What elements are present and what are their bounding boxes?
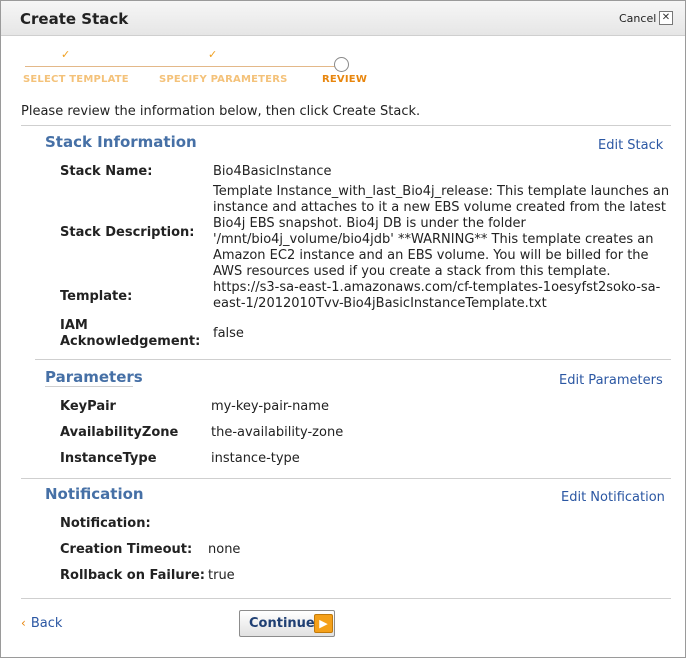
instance-type-label: InstanceType: [60, 451, 157, 466]
intro-text: Please review the information below, the…: [21, 104, 421, 119]
creation-timeout-label: Creation Timeout:: [60, 542, 193, 557]
edit-notification-link[interactable]: Edit Notification: [561, 490, 665, 505]
notification-heading: Notification: [45, 485, 144, 503]
stack-description-label: Stack Description:: [60, 225, 195, 240]
dialog-title: Create Stack: [20, 10, 129, 28]
template-label: Template:: [60, 289, 133, 304]
step-3-current-icon: [334, 57, 349, 72]
step-1-check-icon: ✓: [61, 48, 71, 61]
template-value: https://s3-sa-east-1.amazonaws.com/cf-te…: [213, 280, 661, 311]
stack-description-block: Template Instance_with_last_Bio4j_releas…: [213, 184, 675, 312]
create-stack-dialog: Create Stack Cancel ✕ ✓ ✓ SELECT TEMPLAT…: [0, 0, 686, 658]
cancel-link[interactable]: Cancel: [619, 12, 656, 25]
availability-zone-label: AvailabilityZone: [60, 425, 179, 440]
back-link[interactable]: ‹ Back: [21, 616, 62, 631]
parameters-heading: Parameters: [45, 368, 143, 386]
parameters-heading-underline: [45, 386, 133, 387]
creation-timeout-value: none: [208, 542, 241, 557]
chevron-left-icon: ‹: [21, 616, 26, 630]
arrow-right-icon: ▶: [314, 614, 333, 633]
wizard-progress: ✓ ✓ SELECT TEMPLATE SPECIFY PARAMETERS R…: [1, 36, 685, 98]
progress-line: [25, 66, 335, 67]
step-2-check-icon: ✓: [208, 48, 218, 61]
back-label: Back: [30, 616, 63, 631]
continue-label: Continue: [249, 616, 315, 631]
instance-type-value: instance-type: [211, 451, 300, 466]
divider: [21, 478, 671, 479]
step-label-select-template: SELECT TEMPLATE: [23, 74, 129, 85]
keypair-label: KeyPair: [60, 399, 116, 414]
iam-label-line-1: IAM: [60, 318, 88, 333]
edit-parameters-link[interactable]: Edit Parameters: [559, 373, 663, 388]
iam-acknowledgement-value: false: [213, 326, 244, 341]
stack-name-label: Stack Name:: [60, 164, 153, 179]
step-label-review: REVIEW: [322, 74, 368, 85]
continue-button[interactable]: Continue ▶: [239, 610, 335, 637]
dialog-titlebar: Create Stack Cancel ✕: [1, 1, 685, 36]
divider: [35, 359, 671, 360]
step-label-specify-parameters: SPECIFY PARAMETERS: [159, 74, 288, 85]
stack-information-heading: Stack Information: [45, 133, 197, 151]
rollback-on-failure-value: true: [208, 568, 235, 583]
close-icon[interactable]: ✕: [659, 11, 673, 25]
stack-name-value: Bio4BasicInstance: [213, 164, 332, 179]
availability-zone-value: the-availability-zone: [211, 425, 344, 440]
notification-label: Notification:: [60, 516, 151, 531]
edit-stack-link[interactable]: Edit Stack: [598, 138, 663, 153]
iam-label-line-2: Acknowledgement:: [60, 334, 201, 349]
divider: [21, 125, 671, 126]
stack-description-value: Template Instance_with_last_Bio4j_releas…: [213, 184, 670, 279]
divider: [21, 598, 671, 599]
rollback-on-failure-label: Rollback on Failure:: [60, 568, 206, 583]
keypair-value: my-key-pair-name: [211, 399, 329, 414]
